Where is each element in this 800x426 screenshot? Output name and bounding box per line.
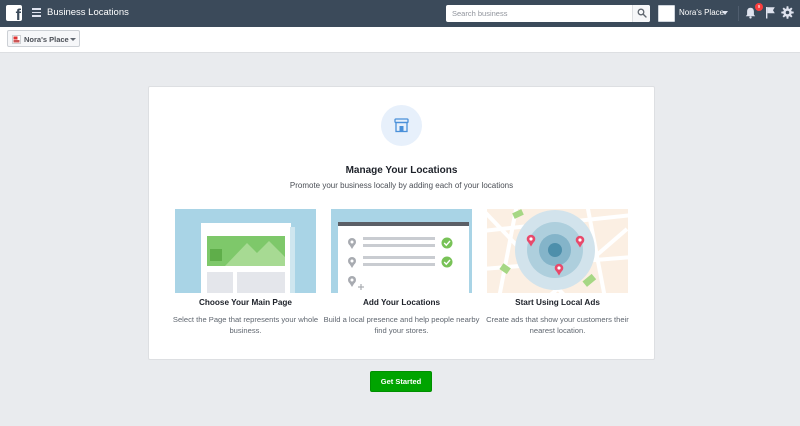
search-button[interactable] — [632, 5, 650, 22]
feature-description: Select the Page that represents your who… — [172, 315, 319, 335]
feature-title: Add Your Locations — [362, 298, 441, 307]
bell-icon[interactable] — [745, 7, 756, 19]
card-subtitle: Promote your business locally by adding … — [289, 181, 514, 190]
profile-avatar[interactable] — [658, 5, 675, 22]
card-title: Manage Your Locations — [345, 165, 458, 176]
chevron-down-icon — [70, 38, 76, 41]
feature-description: Build a local presence and help people n… — [323, 315, 480, 335]
divider — [738, 6, 739, 21]
feature-title: Start Using Local Ads — [515, 298, 600, 307]
manage-locations-card: Manage Your Locations Promote your busin… — [148, 86, 655, 360]
app-title: Business Locations — [47, 7, 129, 18]
page-selector-dropdown[interactable]: Nora's Place — [7, 30, 80, 47]
store-icon-circle — [381, 105, 422, 146]
chevron-down-icon[interactable] — [722, 11, 728, 15]
feature-title: Choose Your Main Page — [199, 298, 292, 307]
store-icon — [394, 118, 409, 133]
feature-description: Create ads that show your customers thei… — [486, 315, 629, 335]
search-input[interactable] — [446, 5, 632, 22]
add-locations-illustration — [331, 209, 472, 293]
profile-name[interactable]: Nora's Place — [679, 8, 724, 17]
main-page-illustration — [175, 209, 316, 293]
local-ads-illustration — [487, 209, 628, 293]
page-toolbar: Nora's Place — [0, 27, 800, 53]
facebook-logo-icon[interactable]: f — [6, 5, 22, 21]
page-flag-icon — [12, 34, 21, 44]
search-icon — [637, 8, 647, 18]
page-selector-label: Nora's Place — [24, 35, 69, 44]
notification-badge: 9 — [755, 3, 763, 11]
flag-icon[interactable] — [765, 6, 776, 19]
get-started-button[interactable]: Get Started — [370, 371, 432, 392]
search-box — [446, 5, 650, 22]
gear-icon[interactable] — [781, 6, 794, 19]
top-navigation-bar: f Business Locations Nora's Place 9 — [0, 0, 800, 27]
hamburger-menu-icon[interactable] — [32, 8, 41, 17]
